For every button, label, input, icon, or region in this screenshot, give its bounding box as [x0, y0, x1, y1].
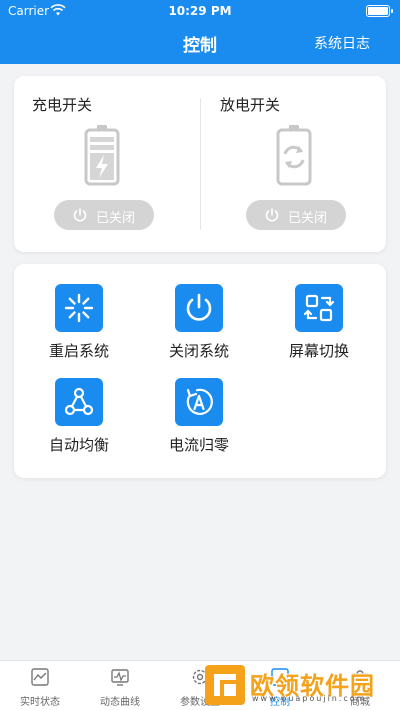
- function-grid-card: 重启系统 关闭系统 屏幕切换 自动均衡 电流归零: [14, 264, 386, 478]
- discharging-battery-icon: [276, 125, 312, 186]
- curve-icon: [111, 669, 129, 686]
- charge-off-label: 已关闭: [96, 211, 136, 226]
- restart-system-label: 重启系统: [48, 342, 109, 360]
- charge-switch-label: 充电开关: [32, 96, 93, 114]
- screen-switch-icon: [295, 284, 343, 332]
- discharge-switch-panel: 放电开关 已关闭: [200, 76, 386, 252]
- restart-system-button[interactable]: 重启系统: [32, 284, 142, 374]
- watermark-logo-icon: [205, 665, 245, 705]
- auto-balance-icon: [55, 378, 103, 426]
- battery-status-icon: [366, 5, 393, 17]
- shutdown-system-label: 关闭系统: [168, 342, 229, 360]
- discharge-off-button[interactable]: 已关闭: [246, 200, 346, 230]
- restart-icon: [55, 284, 103, 332]
- charging-battery-icon: [84, 125, 120, 186]
- current-reset-button[interactable]: 电流归零: [152, 378, 262, 468]
- tab-dynamic-curve[interactable]: 动态曲线: [80, 661, 160, 710]
- current-reset-icon: [175, 378, 223, 426]
- auto-balance-button[interactable]: 自动均衡: [32, 378, 142, 468]
- realtime-icon: [31, 668, 49, 686]
- power-icon: [73, 208, 87, 222]
- watermark-url: www.ouapoujin.com: [252, 694, 367, 703]
- power-icon: [175, 284, 223, 332]
- status-bar: Carrier 10:29 PM: [0, 0, 400, 22]
- discharge-off-label: 已关闭: [288, 211, 328, 226]
- status-time: 10:29 PM: [168, 4, 232, 18]
- shutdown-system-button[interactable]: 关闭系统: [152, 284, 262, 374]
- screen-switch-button[interactable]: 屏幕切换: [272, 284, 382, 374]
- screen-switch-label: 屏幕切换: [288, 342, 349, 360]
- charge-off-button[interactable]: 已关闭: [54, 200, 154, 230]
- nav-bar: 控制 系统日志: [0, 22, 400, 64]
- watermark: 欧领软件园 www.ouapoujin.com: [200, 662, 396, 708]
- tab-dynamic-curve-label: 动态曲线: [100, 697, 140, 708]
- tab-realtime-status-label: 实时状态: [20, 697, 60, 708]
- auto-balance-label: 自动均衡: [48, 436, 109, 454]
- current-reset-label: 电流归零: [168, 436, 229, 454]
- discharge-switch-label: 放电开关: [220, 96, 281, 114]
- charge-switch-panel: 充电开关 已关闭: [14, 76, 200, 252]
- power-icon: [265, 208, 279, 222]
- tab-realtime-status[interactable]: 实时状态: [0, 661, 80, 710]
- system-log-link[interactable]: 系统日志: [314, 33, 370, 53]
- switch-card: 充电开关 已关闭 放电开关 已关闭: [14, 76, 386, 252]
